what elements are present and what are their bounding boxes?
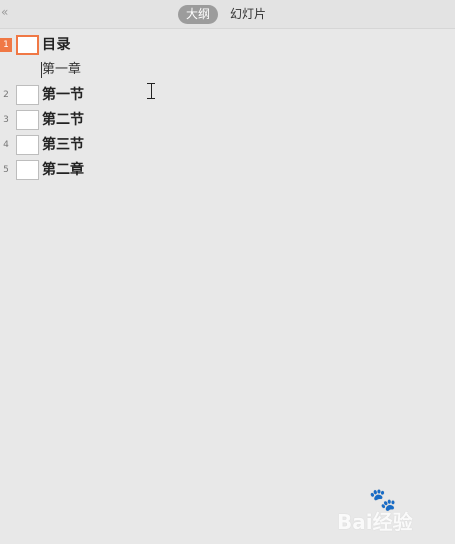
slide-title[interactable]: 第二节: [42, 111, 84, 129]
watermark-logo: 🐾 Bai经验: [337, 490, 447, 535]
watermark-text: Bai经验: [337, 510, 413, 534]
slide-number: 5: [3, 165, 9, 175]
slide-thumbnail[interactable]: [16, 110, 39, 130]
outline-item-5[interactable]: 5 第二章: [0, 159, 455, 181]
slide-number: 4: [3, 140, 9, 150]
ibeam-cursor-icon: [147, 83, 155, 99]
outline-item-1[interactable]: 1 目录: [0, 34, 455, 56]
outline-item-2[interactable]: 2 第一节: [0, 84, 455, 106]
slide-thumbnail[interactable]: [16, 135, 39, 155]
slide-body-text[interactable]: 第一章: [42, 61, 81, 79]
slide-number: 3: [3, 115, 9, 125]
slide-thumbnail[interactable]: [16, 85, 39, 105]
tab-outline[interactable]: 大纲: [178, 5, 219, 24]
slide-title[interactable]: 第三节: [42, 136, 84, 154]
outline-item-4[interactable]: 4 第三节: [0, 134, 455, 156]
slide-number: 2: [3, 90, 9, 100]
collapse-panel-icon[interactable]: «: [1, 5, 15, 19]
outline-item-3[interactable]: 3 第二节: [0, 109, 455, 131]
slide-title[interactable]: 目录: [42, 36, 71, 54]
view-tabs: 大纲 幻灯片: [178, 5, 274, 24]
slide-title[interactable]: 第二章: [42, 161, 84, 179]
outline-subitem-1[interactable]: 第一章: [0, 59, 455, 81]
panel-header: « 大纲 幻灯片: [0, 0, 455, 29]
slide-thumbnail[interactable]: [16, 160, 39, 180]
slide-title[interactable]: 第一节: [42, 86, 84, 104]
slide-number: 1: [0, 38, 12, 52]
tab-slides[interactable]: 幻灯片: [222, 5, 274, 24]
slide-thumbnail[interactable]: [16, 35, 39, 55]
